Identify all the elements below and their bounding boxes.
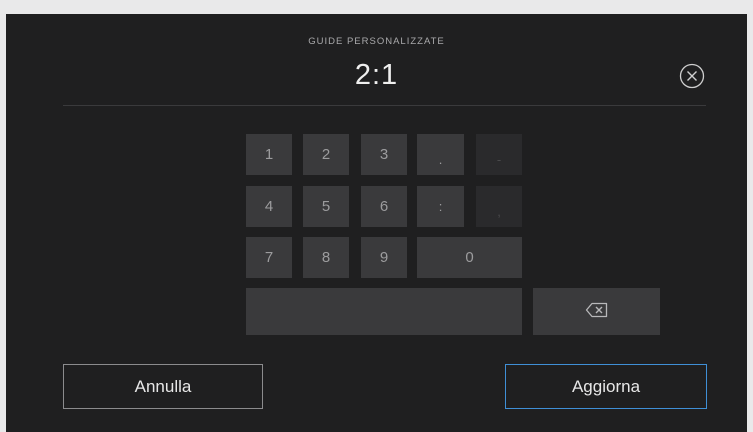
key-comma: ,: [476, 186, 522, 227]
key-9[interactable]: 9: [361, 237, 407, 278]
key-1[interactable]: 1: [246, 134, 292, 175]
key-4[interactable]: 4: [246, 186, 292, 227]
backspace-key[interactable]: [533, 288, 660, 335]
backspace-icon: [585, 302, 609, 322]
key-5[interactable]: 5: [303, 186, 349, 227]
key-0[interactable]: 0: [417, 237, 522, 278]
key-2[interactable]: 2: [303, 134, 349, 175]
key-3[interactable]: 3: [361, 134, 407, 175]
key-period[interactable]: .: [417, 134, 464, 175]
ratio-value-display: 2:1: [354, 59, 399, 91]
update-button-label: Aggiorna: [571, 376, 641, 396]
cancel-button-label: Annulla: [134, 376, 192, 396]
key-8[interactable]: 8: [303, 237, 349, 278]
key-6[interactable]: 6: [361, 186, 407, 227]
close-icon[interactable]: [679, 63, 705, 89]
cancel-button[interactable]: Annulla: [63, 364, 263, 409]
header-divider: [63, 105, 706, 106]
key-7[interactable]: 7: [246, 237, 292, 278]
space-key[interactable]: [246, 288, 522, 335]
key-colon[interactable]: :: [417, 186, 464, 227]
update-button[interactable]: Aggiorna: [505, 364, 707, 409]
key-dash: -: [476, 134, 522, 175]
custom-guides-panel: GUIDE PERSONALIZZATE 2:1 1 2 3 . - 4 5 6…: [6, 14, 747, 432]
panel-title: GUIDE PERSONALIZZATE: [308, 36, 445, 47]
